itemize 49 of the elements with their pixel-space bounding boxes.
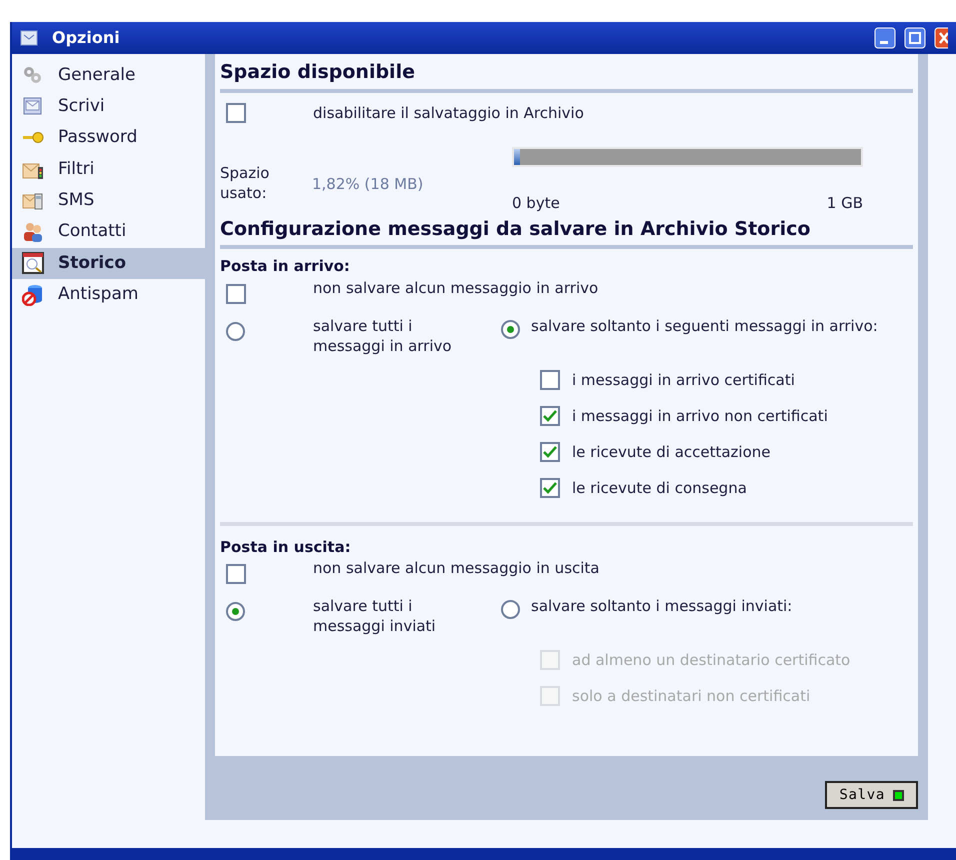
sidebar-item[interactable]: Contatti [12, 216, 205, 248]
calendar-icon [22, 252, 44, 274]
radio-button[interactable] [501, 320, 520, 338]
window-icon [20, 30, 38, 46]
option-label: disabilitare il salvataggio in Archivio [313, 102, 584, 122]
option-label: non salvare alcun messaggio in arrivo [313, 278, 598, 298]
checkbox[interactable] [226, 284, 246, 304]
sidebar-item[interactable]: Generale [12, 60, 205, 92]
option-label: non salvare alcun messaggio in uscita [313, 558, 600, 578]
people-icon [22, 221, 44, 244]
window-title: Opzioni [52, 27, 120, 49]
sidebar-item[interactable]: Storico [12, 248, 205, 280]
option-label: solo a destinatari non certificati [572, 686, 810, 706]
checkbox[interactable] [540, 442, 560, 462]
radio-button[interactable] [226, 322, 245, 340]
option-label: i messaggi in arrivo non certificati [572, 406, 828, 426]
option-label: ad almeno un destinatario certificato [572, 650, 850, 670]
checkbox[interactable] [226, 102, 246, 122]
section-title: Spazio disponibile [220, 54, 913, 92]
axis-label: 1 GB [826, 192, 863, 212]
section-title: Configurazione messaggi da salvare in Archivio Storico [220, 212, 913, 249]
sidebar-item[interactable]: Antispam [12, 279, 205, 310]
checkbox[interactable] [540, 478, 560, 498]
checkbox[interactable] [540, 370, 560, 390]
sidebar-item[interactable]: Filtri [12, 154, 205, 186]
sidebar-item[interactable]: Password [12, 122, 205, 154]
option-label: salvare tutti i messaggi in arrivo [313, 316, 453, 356]
database-blocked-icon [22, 284, 44, 306]
axis-label: 0 byte [512, 192, 560, 212]
field-label: Spazio usato: [220, 162, 270, 202]
maximize-icon[interactable] [904, 27, 926, 49]
checkbox[interactable] [226, 564, 246, 584]
option-label: le ricevute di accettazione [572, 442, 771, 462]
radio-button[interactable] [501, 600, 520, 619]
option-label: salvare soltanto i messaggi inviati: [531, 596, 794, 616]
group-title: Posta in arrivo: [220, 256, 351, 277]
sidebar-item[interactable]: SMS [12, 185, 205, 216]
option-label: salvare tutti i messaggi inviati [313, 596, 437, 636]
minimize-icon[interactable] [874, 27, 896, 49]
save-button[interactable]: Salva [825, 781, 918, 809]
option-label: i messaggi in arrivo certificati [572, 370, 795, 390]
checkbox[interactable] [540, 406, 560, 426]
sidebar-item[interactable]: Scrivi [12, 91, 205, 123]
close-icon[interactable] [934, 27, 948, 49]
option-label: le ricevute di consegna [572, 478, 747, 498]
group-title: Posta in uscita: [220, 536, 352, 558]
usage-value: 1,82% (18 MB) [312, 174, 424, 194]
radio-button[interactable] [226, 602, 245, 621]
option-label: salvare soltanto i seguenti messaggi in arrivo: [531, 316, 879, 336]
